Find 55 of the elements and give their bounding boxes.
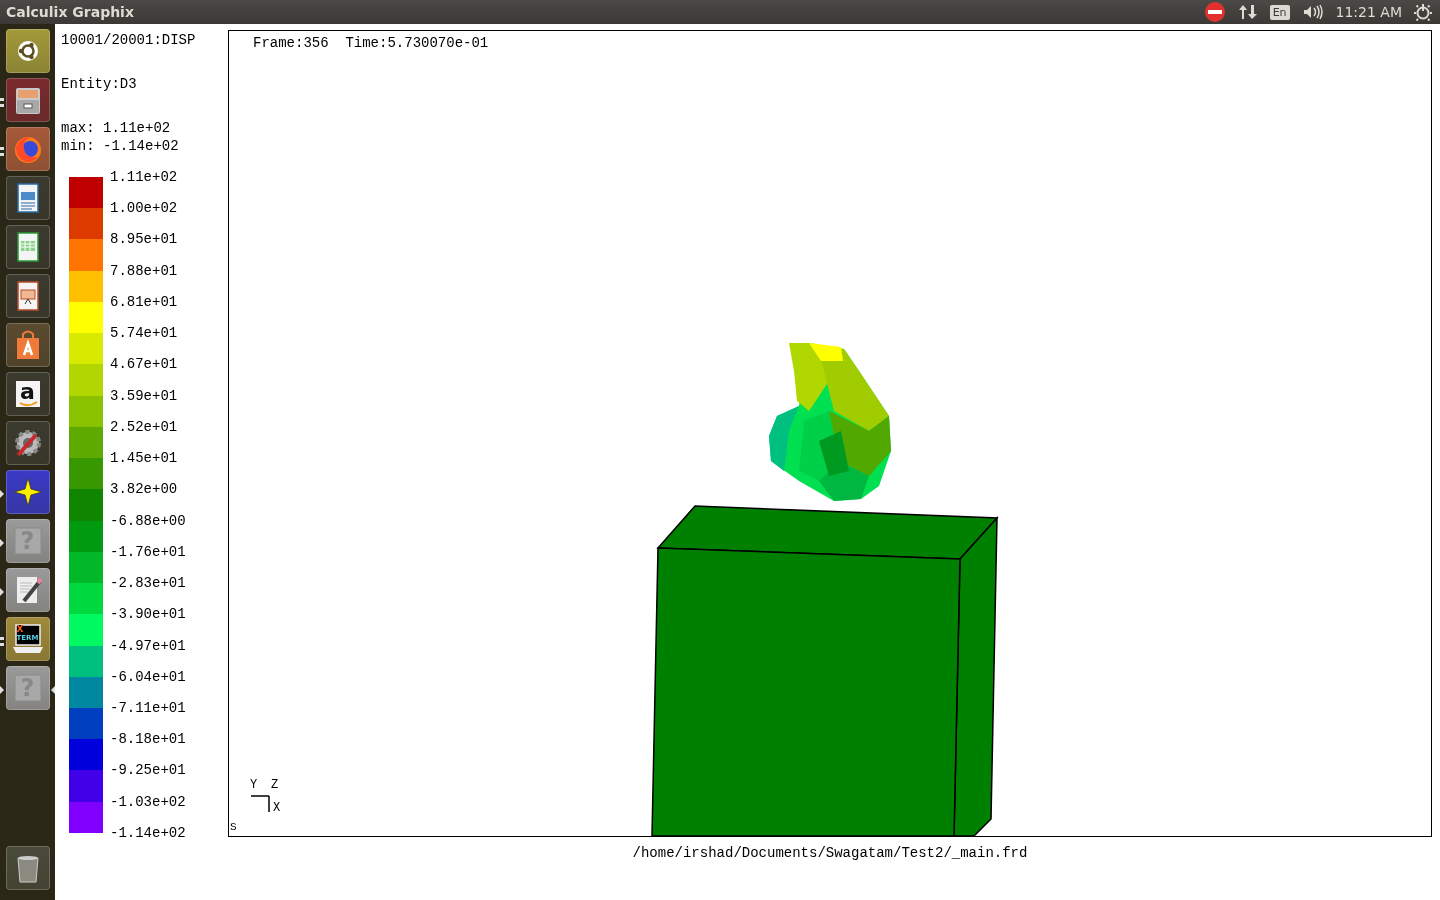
dataset-label: 10001/20001:DISP — [61, 31, 197, 49]
scale-value: 4.67e+01 — [110, 355, 179, 375]
scale-value: 6.81e+01 — [110, 292, 179, 312]
icon-glyph: ? — [20, 676, 35, 700]
launcher-button[interactable] — [5, 274, 50, 318]
scale-value: -1.14e+02 — [110, 823, 186, 843]
scale-value: -1.03e+02 — [110, 792, 186, 812]
launcher-button[interactable] — [5, 421, 50, 465]
launcher-button[interactable] — [5, 323, 50, 367]
launcher-button[interactable] — [5, 29, 50, 73]
scale-value: 1.00e+02 — [110, 199, 179, 219]
scale-value: 8.95e+01 — [110, 230, 179, 250]
scale-value: 1.45e+01 — [110, 449, 179, 469]
icon-glyph: X — [16, 625, 24, 634]
axis-label: X — [273, 801, 281, 815]
launcher-button[interactable] — [5, 568, 50, 612]
up-down-arrows-icon — [1237, 3, 1258, 21]
scale-value: 2.52e+01 — [110, 417, 179, 437]
launcher-button[interactable] — [5, 176, 50, 220]
icon-glyph: a — [20, 381, 35, 403]
entity-label: Entity:D3 — [61, 75, 138, 93]
keyboard-layout-indicator[interactable]: En — [1269, 4, 1290, 20]
scale-value: -6.88e+00 — [110, 511, 186, 531]
scale-value: 1.11e+02 — [110, 168, 179, 187]
launcher-button[interactable]: a — [5, 372, 50, 416]
scale-value: -2.83e+01 — [110, 574, 186, 594]
frame-info: Frame:356 Time:5.730070e-01 — [253, 35, 489, 51]
launcher-button[interactable] — [5, 846, 50, 890]
scale-value: -9.25e+01 — [110, 761, 186, 781]
icon-glyph: ? — [20, 529, 35, 553]
min-value: min: -1.14e+02 — [61, 137, 180, 155]
no-entry-icon — [1203, 1, 1226, 23]
scale-value: -4.97e+01 — [110, 636, 186, 656]
launcher-button[interactable] — [5, 78, 50, 122]
power-gear-icon — [1414, 3, 1432, 21]
scale-value: 5.74e+01 — [110, 324, 179, 344]
launcher-button[interactable] — [5, 127, 50, 171]
max-value: max: 1.11e+02 — [61, 119, 172, 137]
scale-value: -6.04e+01 — [110, 667, 186, 687]
file-path: /home/irshad/Documents/Swagatam/Test2/_main.frd — [631, 844, 1029, 863]
scale-value: 3.59e+01 — [110, 386, 179, 406]
scale-value: -7.11e+01 — [110, 699, 186, 718]
launcher-button[interactable] — [5, 470, 50, 514]
scale-value: -8.18e+01 — [110, 730, 186, 750]
scale-value: -1.76e+01 — [110, 542, 186, 562]
clock[interactable]: 11:21 AM — [1335, 4, 1402, 20]
scale-value: 3.82e+00 — [110, 480, 179, 500]
scale-value: -3.90e+01 — [110, 605, 186, 625]
corner-mark: S — [230, 821, 237, 833]
launcher-button[interactable] — [5, 225, 50, 269]
axis-label: Y — [250, 778, 258, 792]
window-title: Calculix Graphix — [5, 4, 135, 20]
speaker-icon — [1301, 3, 1324, 21]
axis-label: Z — [271, 778, 279, 792]
scale-value: 7.88e+01 — [110, 261, 179, 281]
